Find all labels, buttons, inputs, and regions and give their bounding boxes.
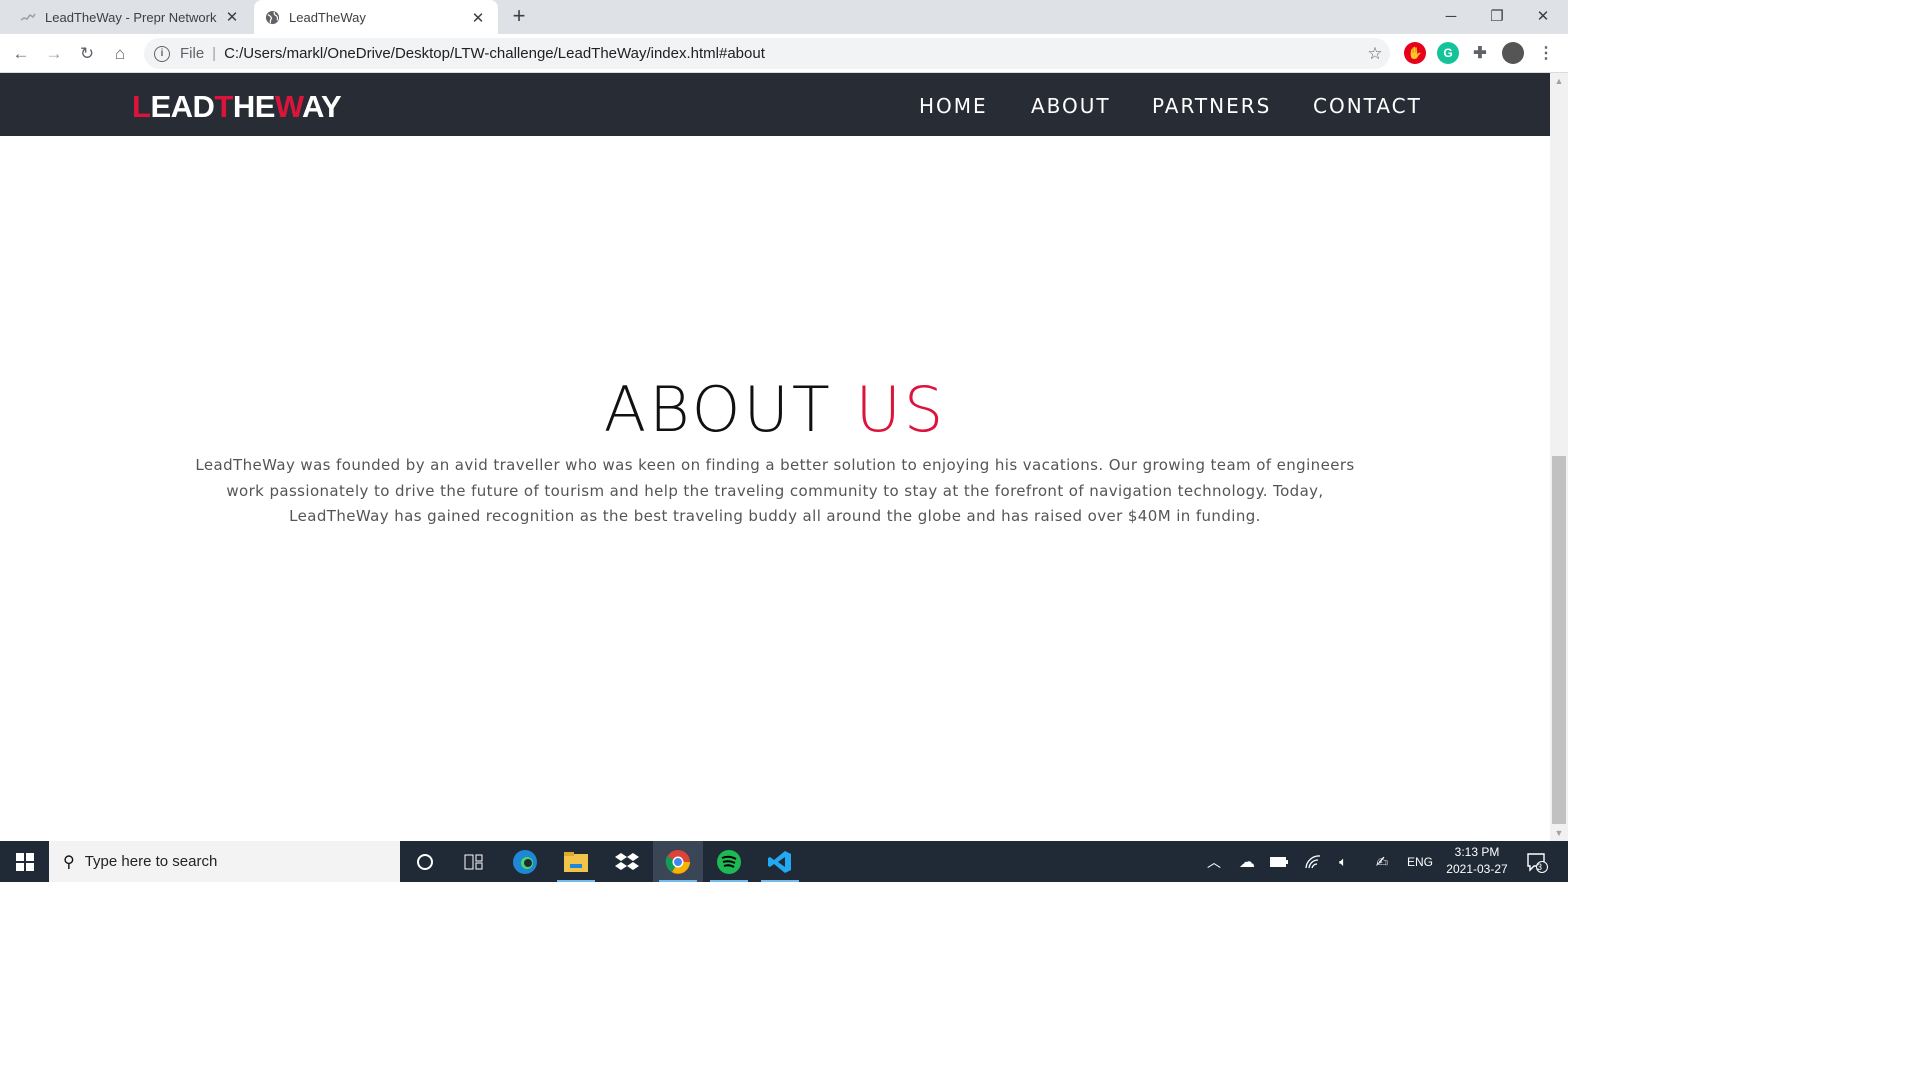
- profile-avatar[interactable]: [1502, 42, 1524, 64]
- tab-title: LeadTheWay: [289, 10, 366, 25]
- close-tab-icon[interactable]: ✕: [468, 8, 488, 28]
- dropbox-icon[interactable]: [602, 841, 652, 882]
- nav-link-home[interactable]: HOME: [919, 94, 988, 118]
- grammarly-extension-icon[interactable]: G: [1437, 42, 1459, 64]
- spotify-icon[interactable]: [704, 841, 754, 882]
- url-separator: |: [212, 45, 217, 62]
- task-view-icon[interactable]: [449, 841, 499, 882]
- globe-icon: [264, 10, 280, 26]
- minimize-icon[interactable]: ─: [1428, 0, 1474, 32]
- reload-icon[interactable]: ↻: [74, 41, 100, 67]
- cortana-icon[interactable]: [400, 841, 450, 882]
- about-heading: ABOUT US: [603, 373, 947, 446]
- scroll-down-arrow-icon[interactable]: ▼: [1550, 825, 1568, 841]
- bookmark-star-icon[interactable]: ☆: [1360, 44, 1390, 64]
- input-language-indicator[interactable]: ENG: [1404, 841, 1436, 882]
- chrome-icon[interactable]: [653, 841, 703, 882]
- clock-time: 3:13 PM: [1454, 845, 1500, 859]
- nav-contact[interactable]: CONTACT: [1313, 94, 1422, 118]
- tab-leadtheway[interactable]: LeadTheWay ✕: [254, 0, 498, 35]
- search-placeholder: Type here to search: [84, 853, 218, 870]
- nav-link-contact[interactable]: CONTACT: [1313, 94, 1422, 118]
- site-navbar: LEADTHEWAY HOME ABOUT PARTNERS CONTACT: [0, 73, 1550, 136]
- prepr-favicon-icon: [20, 9, 36, 25]
- new-tab-button[interactable]: +: [508, 5, 530, 28]
- close-tab-icon[interactable]: ✕: [222, 7, 242, 27]
- site-logo[interactable]: LEADTHEWAY: [132, 89, 342, 125]
- onedrive-cloud-icon[interactable]: ☁: [1234, 841, 1260, 882]
- pen-workspace-icon[interactable]: ✍︎: [1368, 841, 1396, 882]
- notification-count: 3: [1537, 862, 1543, 872]
- windows-start-button[interactable]: [0, 841, 49, 882]
- page-viewport: LEADTHEWAY HOME ABOUT PARTNERS CONTACT A…: [0, 73, 1550, 841]
- url-scheme: File: [180, 45, 205, 62]
- system-clock[interactable]: 3:13 PM 2021-03-27: [1440, 844, 1514, 878]
- wifi-icon[interactable]: [1300, 841, 1326, 882]
- tab-prepr-network[interactable]: LeadTheWay - Prepr Network ✕: [0, 0, 252, 34]
- battery-icon[interactable]: [1266, 841, 1292, 882]
- forward-arrow-icon[interactable]: →: [41, 41, 67, 67]
- action-center-icon[interactable]: 3: [1522, 841, 1552, 882]
- volume-icon[interactable]: 🔈︎: [1330, 841, 1356, 882]
- taskbar-search-box[interactable]: ⚲ Type here to search: [49, 841, 400, 882]
- restore-icon[interactable]: ❐: [1474, 0, 1520, 32]
- address-bar[interactable]: i File | C:/Users/markl/OneDrive/Desktop…: [144, 38, 1390, 69]
- back-arrow-icon[interactable]: ←: [8, 41, 34, 67]
- page-scrollbar[interactable]: ▲ ▼: [1550, 73, 1568, 841]
- nav-partners[interactable]: PARTNERS: [1152, 94, 1271, 118]
- vscode-icon[interactable]: [755, 841, 805, 882]
- windows-taskbar: ⚲ Type here to search ︿ ☁ 🔈︎ ✍︎ ENG 3:13…: [0, 841, 1568, 882]
- file-explorer-icon[interactable]: [551, 841, 601, 882]
- extensions-puzzle-icon[interactable]: ✚: [1469, 42, 1491, 64]
- info-icon[interactable]: i: [154, 45, 170, 62]
- search-icon: ⚲: [63, 853, 75, 871]
- url-text[interactable]: C:/Users/markl/OneDrive/Desktop/LTW-chal…: [224, 45, 1360, 62]
- scroll-thumb[interactable]: [1552, 456, 1566, 824]
- tab-title: LeadTheWay - Prepr Network: [45, 9, 217, 25]
- nav-home[interactable]: HOME: [919, 94, 988, 118]
- about-paragraph: LeadTheWay was founded by an avid travel…: [195, 456, 1355, 525]
- browser-tab-strip: LeadTheWay - Prepr Network ✕ LeadTheWay …: [0, 0, 1568, 35]
- edge-browser-icon[interactable]: [500, 841, 550, 882]
- home-icon[interactable]: ⌂: [107, 41, 133, 67]
- scroll-up-arrow-icon[interactable]: ▲: [1550, 73, 1568, 89]
- nav-link-partners[interactable]: PARTNERS: [1152, 94, 1271, 118]
- adblock-extension-icon[interactable]: ✋: [1404, 42, 1426, 64]
- close-window-icon[interactable]: ✕: [1520, 0, 1566, 32]
- clock-date: 2021-03-27: [1446, 862, 1508, 876]
- show-hidden-icons-chevron-icon[interactable]: ︿: [1202, 841, 1226, 882]
- browser-menu-icon[interactable]: ⋮: [1535, 42, 1557, 64]
- browser-toolbar: ← → ↻ ⌂ i File | C:/Users/markl/OneDrive…: [0, 34, 1568, 73]
- nav-link-about[interactable]: ABOUT: [1031, 94, 1111, 118]
- nav-about[interactable]: ABOUT: [1031, 94, 1111, 118]
